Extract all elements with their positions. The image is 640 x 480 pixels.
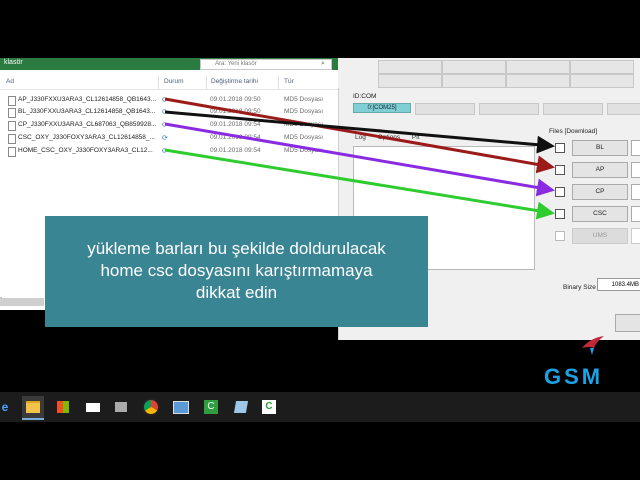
instruction-caption: yükleme barları bu şekilde doldurulacak …: [45, 216, 428, 327]
media-icon[interactable]: [110, 396, 132, 418]
taskbar: e C C: [0, 392, 640, 422]
caption-line-1: yükleme barları bu şekilde doldurulacak: [87, 239, 386, 258]
gsm-logo: GSM: [540, 332, 640, 392]
logo-text: GSM: [544, 364, 604, 389]
notepad-icon[interactable]: [230, 396, 252, 418]
file-explorer-icon[interactable]: [22, 396, 44, 420]
computer-icon[interactable]: [170, 396, 192, 418]
chrome-icon[interactable]: [140, 396, 162, 418]
store-icon[interactable]: [52, 396, 74, 418]
caption-text: yükleme barları bu şekilde doldurulacak …: [45, 238, 428, 304]
camtasia-icon[interactable]: C: [200, 396, 222, 418]
caption-line-3: dikkat edin: [195, 283, 278, 302]
bl-arrow: [164, 110, 555, 154]
caption-line-2: home csc dosyasını karıştırmamaya: [100, 261, 373, 280]
edge-icon[interactable]: e: [0, 396, 16, 418]
bird-logo-icon: [582, 336, 604, 355]
camtasia-recorder-icon[interactable]: C: [258, 396, 280, 418]
mail-icon[interactable]: [82, 396, 104, 418]
